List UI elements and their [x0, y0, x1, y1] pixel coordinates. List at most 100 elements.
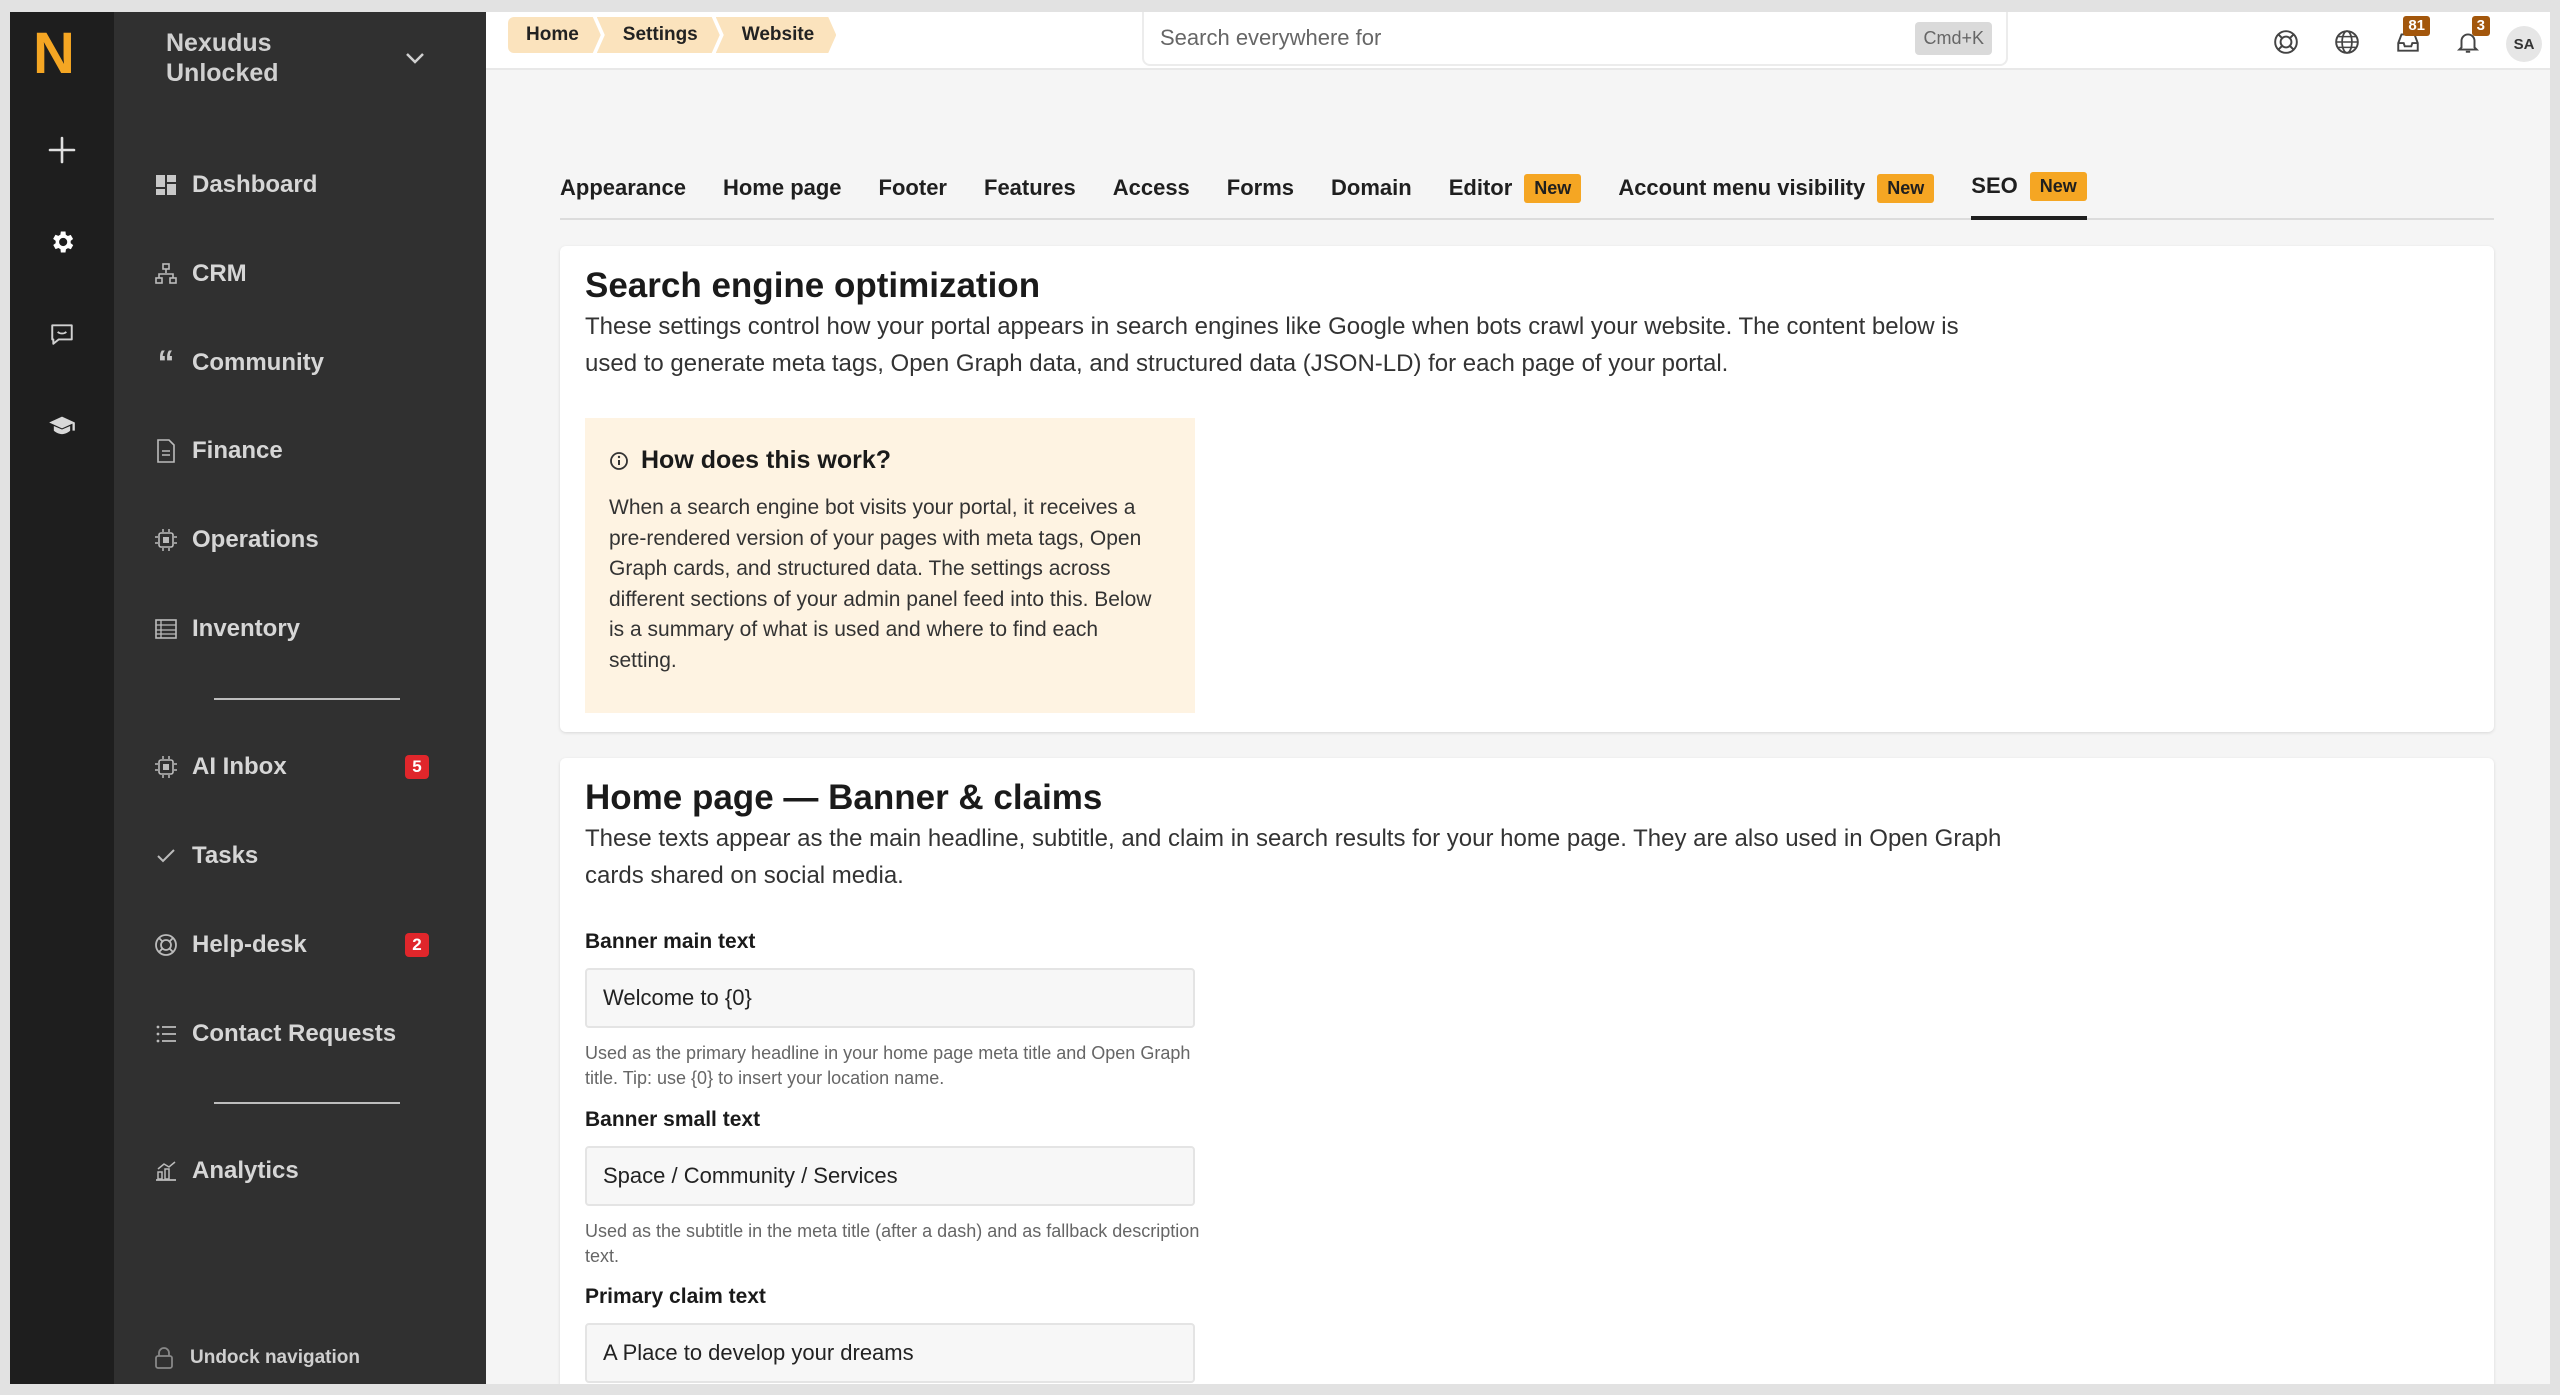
sidebar-item-tasks[interactable]: Tasks: [154, 828, 454, 884]
app-window: N Nexudus Unlocked Dashboard CRM “ Commu…: [10, 12, 2550, 1384]
settings-button[interactable]: [38, 218, 86, 266]
home-card-title: Home page — Banner & claims: [585, 778, 1103, 817]
icon-rail: N: [10, 12, 114, 1384]
banner-main-text-input[interactable]: Welcome to {0}: [585, 968, 1195, 1028]
organization-name: Nexudus Unlocked: [166, 29, 279, 87]
home-card-description: These texts appear as the main headline,…: [585, 825, 2002, 889]
add-button[interactable]: [38, 126, 86, 174]
notifications-button[interactable]: 3: [2448, 16, 2490, 62]
tab-label: Forms: [1226, 175, 1295, 200]
tab-label: Appearance: [560, 175, 686, 200]
global-search-input[interactable]: Search everywhere for Cmd+K: [1142, 12, 2008, 66]
sidebar-item-contact-requests[interactable]: Contact Requests: [154, 1006, 454, 1062]
tab-label: Footer: [878, 175, 947, 200]
sidebar-divider: [214, 698, 400, 700]
banner-small-text-label: Banner small text: [585, 1108, 761, 1131]
info-box-text: When a search engine bot visits your por…: [609, 496, 1152, 672]
website-button[interactable]: [2327, 22, 2367, 62]
tab-features[interactable]: Features: [984, 162, 1076, 220]
sidebar-item-label: Contact Requests: [192, 1020, 397, 1047]
list-table-icon: [154, 617, 178, 641]
breadcrumb-settings[interactable]: Settings: [597, 17, 720, 53]
sidebar-item-dashboard[interactable]: Dashboard: [154, 157, 454, 213]
hierarchy-icon: [154, 262, 178, 286]
inbox-badge: 81: [2403, 16, 2430, 36]
undock-navigation-button[interactable]: Undock navigation: [154, 1346, 360, 1370]
tab-footer[interactable]: Footer: [879, 162, 947, 220]
count-badge: 2: [405, 933, 429, 957]
info-box: How does this work? When a search engine…: [585, 418, 1195, 713]
nexudus-logo[interactable]: N: [33, 24, 81, 84]
sidebar-item-crm[interactable]: CRM: [154, 246, 454, 302]
tab-forms[interactable]: Forms: [1227, 162, 1294, 220]
sidebar-item-community[interactable]: “ Community: [154, 335, 454, 391]
sidebar-item-label: Tasks: [192, 842, 259, 869]
primary-claim-text-label: Primary claim text: [585, 1285, 766, 1308]
sidebar-divider: [214, 1102, 400, 1104]
tab-seo[interactable]: SEO New: [1971, 162, 2087, 220]
chevron-down-icon: [406, 53, 424, 64]
search-shortcut: Cmd+K: [1915, 21, 1992, 55]
banner-main-text-help: Used as the primary headline in your hom…: [585, 1043, 1191, 1088]
avatar[interactable]: SA: [2506, 26, 2542, 62]
academy-button[interactable]: [38, 402, 86, 450]
seo-card-title: Search engine optimization: [585, 266, 1041, 305]
banner-small-text-input[interactable]: Space / Community / Services: [585, 1146, 1195, 1206]
lock-icon: [155, 1347, 173, 1369]
tab-label: Features: [984, 175, 1076, 200]
primary-claim-text-input[interactable]: A Place to develop your dreams: [585, 1323, 1195, 1383]
help-button[interactable]: [2266, 22, 2306, 62]
gear-icon: [53, 231, 74, 253]
sidebar-item-label: Inventory: [192, 615, 301, 642]
check-icon: [154, 844, 178, 868]
tab-account-menu-visibility[interactable]: Account menu visibility New: [1618, 162, 1935, 220]
sidebar-item-finance[interactable]: Finance: [154, 423, 454, 479]
banner-main-text-label: Banner main text: [585, 930, 756, 953]
sidebar-item-operations[interactable]: Operations: [154, 512, 454, 568]
tab-editor[interactable]: Editor New: [1449, 162, 1582, 220]
tab-label: SEO: [1971, 173, 2018, 198]
sidebar-item-inventory[interactable]: Inventory: [154, 601, 454, 657]
document-icon: [154, 439, 178, 463]
search-placeholder: Search everywhere for: [1160, 25, 1382, 50]
plus-icon: [48, 136, 76, 164]
new-badge: New: [1877, 173, 1935, 203]
sidebar-item-analytics[interactable]: Analytics: [154, 1143, 454, 1199]
messages-button[interactable]: [38, 310, 86, 358]
tab-access[interactable]: Access: [1113, 162, 1190, 220]
lifebuoy-icon: [154, 933, 178, 957]
info-box-title: How does this work?: [641, 446, 892, 474]
breadcrumb-home[interactable]: Home: [508, 17, 601, 53]
tab-appearance[interactable]: Appearance: [560, 162, 686, 220]
list-icon: [154, 1022, 178, 1046]
count-badge: 5: [405, 755, 429, 779]
tab-label: Domain: [1331, 175, 1412, 200]
chart-icon: [154, 1159, 178, 1183]
tab-home-page[interactable]: Home page: [723, 162, 842, 220]
lifebuoy-icon: [2274, 30, 2298, 54]
inbox-button[interactable]: 81: [2388, 16, 2430, 62]
chip-icon: [154, 755, 178, 779]
sidebar: Nexudus Unlocked Dashboard CRM “ Communi…: [114, 12, 486, 1384]
seo-card: Search engine optimization These setting…: [560, 246, 2494, 732]
undock-label: Undock navigation: [190, 1347, 360, 1368]
info-icon: [610, 451, 628, 470]
chip-icon: [154, 528, 178, 552]
tab-label: Editor: [1448, 175, 1513, 200]
sidebar-item-label: Analytics: [192, 1157, 299, 1184]
notifications-badge: 3: [2471, 16, 2490, 36]
tab-domain[interactable]: Domain: [1331, 162, 1412, 220]
sidebar-item-label: Community: [192, 349, 324, 376]
sidebar-item-label: Help-desk: [192, 931, 307, 958]
globe-icon: [2335, 30, 2359, 54]
tab-label: Access: [1112, 175, 1190, 200]
seo-card-description: These settings control how your portal a…: [585, 313, 1959, 377]
new-badge: New: [1524, 173, 1582, 203]
organization-switcher[interactable]: Nexudus Unlocked: [166, 28, 426, 88]
quote-icon: “: [157, 344, 175, 382]
tab-label: Account menu visibility: [1618, 175, 1866, 200]
sidebar-item-help-desk[interactable]: Help-desk 2: [154, 917, 454, 973]
sidebar-item-ai-inbox[interactable]: AI Inbox 5: [154, 739, 454, 795]
breadcrumb-website[interactable]: Website: [716, 17, 837, 53]
sidebar-item-label: Operations: [192, 526, 319, 553]
